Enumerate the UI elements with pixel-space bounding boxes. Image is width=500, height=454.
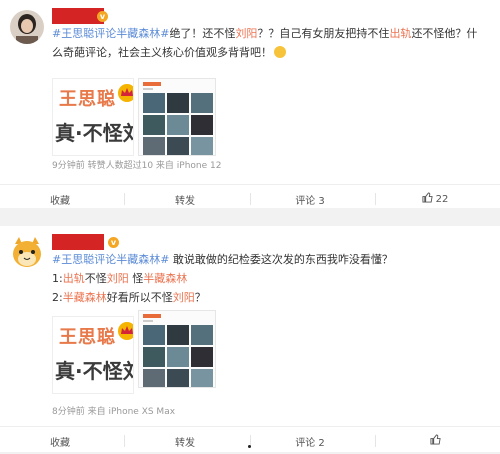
- collect-button[interactable]: 收藏: [0, 192, 120, 207]
- action-bar: 收藏 转发 评论 3 22: [0, 184, 500, 212]
- collect-button[interactable]: 收藏: [0, 434, 120, 449]
- hashtag-link[interactable]: #王思聪评论半藏森林#: [52, 253, 169, 266]
- crown-icon: [118, 84, 133, 102]
- crown-icon: [118, 322, 133, 340]
- post-image-text[interactable]: 王思聪 真·不怪刘: [52, 78, 134, 156]
- verified-badge-icon: v: [108, 237, 119, 248]
- redacted-username[interactable]: [52, 234, 104, 250]
- repost-button[interactable]: 转发: [125, 192, 245, 207]
- weibo-post-1: v #王思聪评论半藏森林#绝了！还不怪刘阳？？自己有女朋友把持不住出轨还不怪他？…: [0, 0, 500, 208]
- post-content: #王思聪评论半藏森林# 敢说敢做的纪检委这次发的东西我咋没看懂？ 1:出轨不怪刘…: [52, 253, 393, 304]
- thumbs-up-icon: [422, 192, 433, 203]
- post-meta: 8分钟前 来自 iPhone XS Max: [52, 407, 176, 417]
- repost-button[interactable]: 转发: [125, 434, 245, 449]
- emoji-icon: [274, 46, 286, 58]
- thumbs-up-icon: [429, 434, 441, 445]
- post-image-screenshot[interactable]: [138, 310, 216, 388]
- post-content: #王思聪评论半藏森林#绝了！还不怪刘阳？？自己有女朋友把持不住出轨还不怪他？什么…: [52, 27, 478, 59]
- verified-badge-icon: v: [97, 11, 108, 22]
- weibo-post-2: v #王思聪评论半藏森林# 敢说敢做的纪检委这次发的东西我咋没看懂？ 1:出轨不…: [0, 226, 500, 452]
- post-image-text[interactable]: 王思聪 真·不怪刘: [52, 316, 134, 394]
- action-bar: 收藏 转发 评论 2: [0, 426, 500, 454]
- avatar[interactable]: [10, 236, 44, 270]
- post-meta: 9分钟前 转赞人数超过10 来自 iPhone 12: [52, 161, 222, 171]
- scroll-dot: [248, 445, 251, 448]
- comment-button[interactable]: 评论 3: [250, 192, 370, 207]
- like-button[interactable]: [375, 434, 495, 447]
- comment-button[interactable]: 评论 2: [250, 434, 370, 449]
- avatar[interactable]: [10, 10, 44, 44]
- hashtag-link[interactable]: #王思聪评论半藏森林#: [52, 27, 169, 40]
- post-image-screenshot[interactable]: [138, 78, 216, 156]
- like-button[interactable]: 22: [375, 192, 495, 205]
